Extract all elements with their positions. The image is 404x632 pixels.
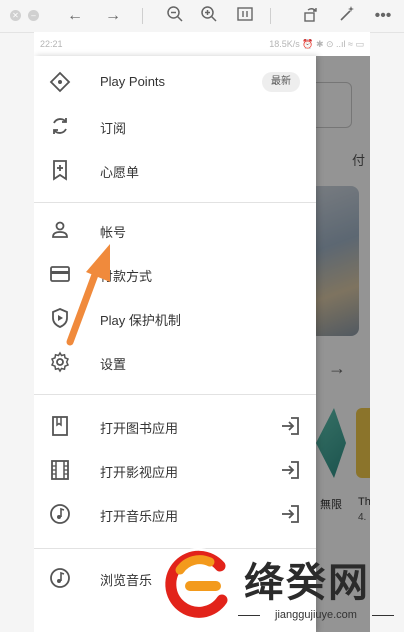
drawer-item-open-movies[interactable]: 打开影视应用 bbox=[34, 448, 316, 492]
drawer-item-payment-methods[interactable]: 付款方式 bbox=[34, 252, 316, 296]
watermark-url: jianggujiuye.com bbox=[236, 604, 396, 626]
drawer-item-settings[interactable]: 设置 bbox=[34, 340, 316, 384]
refresh-icon bbox=[53, 118, 67, 134]
drawer-item-label: 打开音乐应用 bbox=[100, 509, 179, 524]
image-viewer-toolbar: ✕ – ← → ••• bbox=[0, 0, 404, 33]
drawer-divider bbox=[34, 394, 316, 395]
drawer-item-open-books[interactable]: 打开图书应用 bbox=[34, 404, 316, 448]
phone-screen: 22:21 18.5K/s ⏰ ✱ ⊙ ..ıl ≈ ▭ 付 → 無限 Th 4… bbox=[34, 32, 370, 632]
status-icons: 18.5K/s ⏰ ✱ ⊙ ..ıl ≈ ▭ bbox=[269, 39, 364, 49]
drawer-item-label: Play 保护机制 bbox=[100, 313, 181, 328]
credit-card-icon bbox=[50, 266, 70, 282]
drawer-item-play-protect[interactable]: Play 保护机制 bbox=[34, 296, 316, 340]
zoom-out-icon[interactable] bbox=[164, 5, 186, 27]
new-badge: 最新 bbox=[262, 72, 300, 92]
watermark-brand: 绛癸网 bbox=[244, 560, 370, 606]
drawer-item-label: 帐号 bbox=[100, 225, 127, 240]
book-icon bbox=[52, 416, 68, 436]
back-arrow-icon[interactable]: ← bbox=[64, 5, 86, 27]
navigation-drawer: Play Points 最新 订阅 心愿单 帐号 付款方式 Play 保护机制 bbox=[34, 56, 316, 632]
toolbar-divider bbox=[270, 8, 271, 24]
open-app-icon[interactable] bbox=[278, 458, 302, 482]
bookmark-add-icon bbox=[53, 160, 67, 181]
status-bar: 22:21 18.5K/s ⏰ ✱ ⊙ ..ıl ≈ ▭ bbox=[34, 32, 370, 56]
drawer-item-account[interactable]: 帐号 bbox=[34, 208, 316, 252]
drawer-item-label: 打开影视应用 bbox=[100, 465, 179, 480]
fit-screen-icon[interactable] bbox=[234, 5, 256, 27]
drawer-item-label: 心愿单 bbox=[100, 165, 140, 180]
drawer-item-label: Play Points bbox=[100, 74, 166, 89]
gear-icon bbox=[51, 351, 69, 373]
open-app-icon[interactable] bbox=[278, 414, 302, 438]
minimize-icon[interactable]: – bbox=[28, 10, 39, 21]
open-app-icon[interactable] bbox=[278, 502, 302, 526]
drawer-item-open-music[interactable]: 打开音乐应用 bbox=[34, 492, 316, 536]
drawer-divider bbox=[34, 202, 316, 203]
magic-wand-icon[interactable] bbox=[336, 5, 358, 27]
music-icon bbox=[50, 568, 70, 588]
drawer-item-label: 付款方式 bbox=[100, 269, 153, 284]
status-time: 22:21 bbox=[40, 39, 63, 49]
drawer-item-label: 打开图书应用 bbox=[100, 421, 179, 436]
forward-arrow-icon[interactable]: → bbox=[102, 5, 124, 27]
watermark-logo bbox=[160, 548, 236, 624]
drawer-item-play-points[interactable]: Play Points 最新 bbox=[34, 60, 316, 104]
close-icon[interactable]: ✕ bbox=[10, 10, 21, 21]
film-icon bbox=[51, 460, 69, 480]
drawer-item-label: 设置 bbox=[100, 357, 127, 372]
zoom-in-icon[interactable] bbox=[198, 5, 220, 27]
toolbar-divider bbox=[142, 8, 143, 24]
rotate-icon[interactable] bbox=[300, 5, 322, 27]
drawer-item-wishlist[interactable]: 心愿单 bbox=[34, 148, 316, 192]
more-icon[interactable]: ••• bbox=[372, 5, 394, 27]
drawer-item-subscriptions[interactable]: 订阅 bbox=[34, 104, 316, 148]
music-icon bbox=[50, 504, 70, 524]
diamond-icon bbox=[49, 71, 71, 93]
drawer-item-label: 浏览音乐 bbox=[100, 573, 153, 588]
person-icon bbox=[52, 221, 68, 238]
drawer-item-label: 订阅 bbox=[100, 121, 127, 136]
shield-play-icon bbox=[52, 308, 68, 328]
